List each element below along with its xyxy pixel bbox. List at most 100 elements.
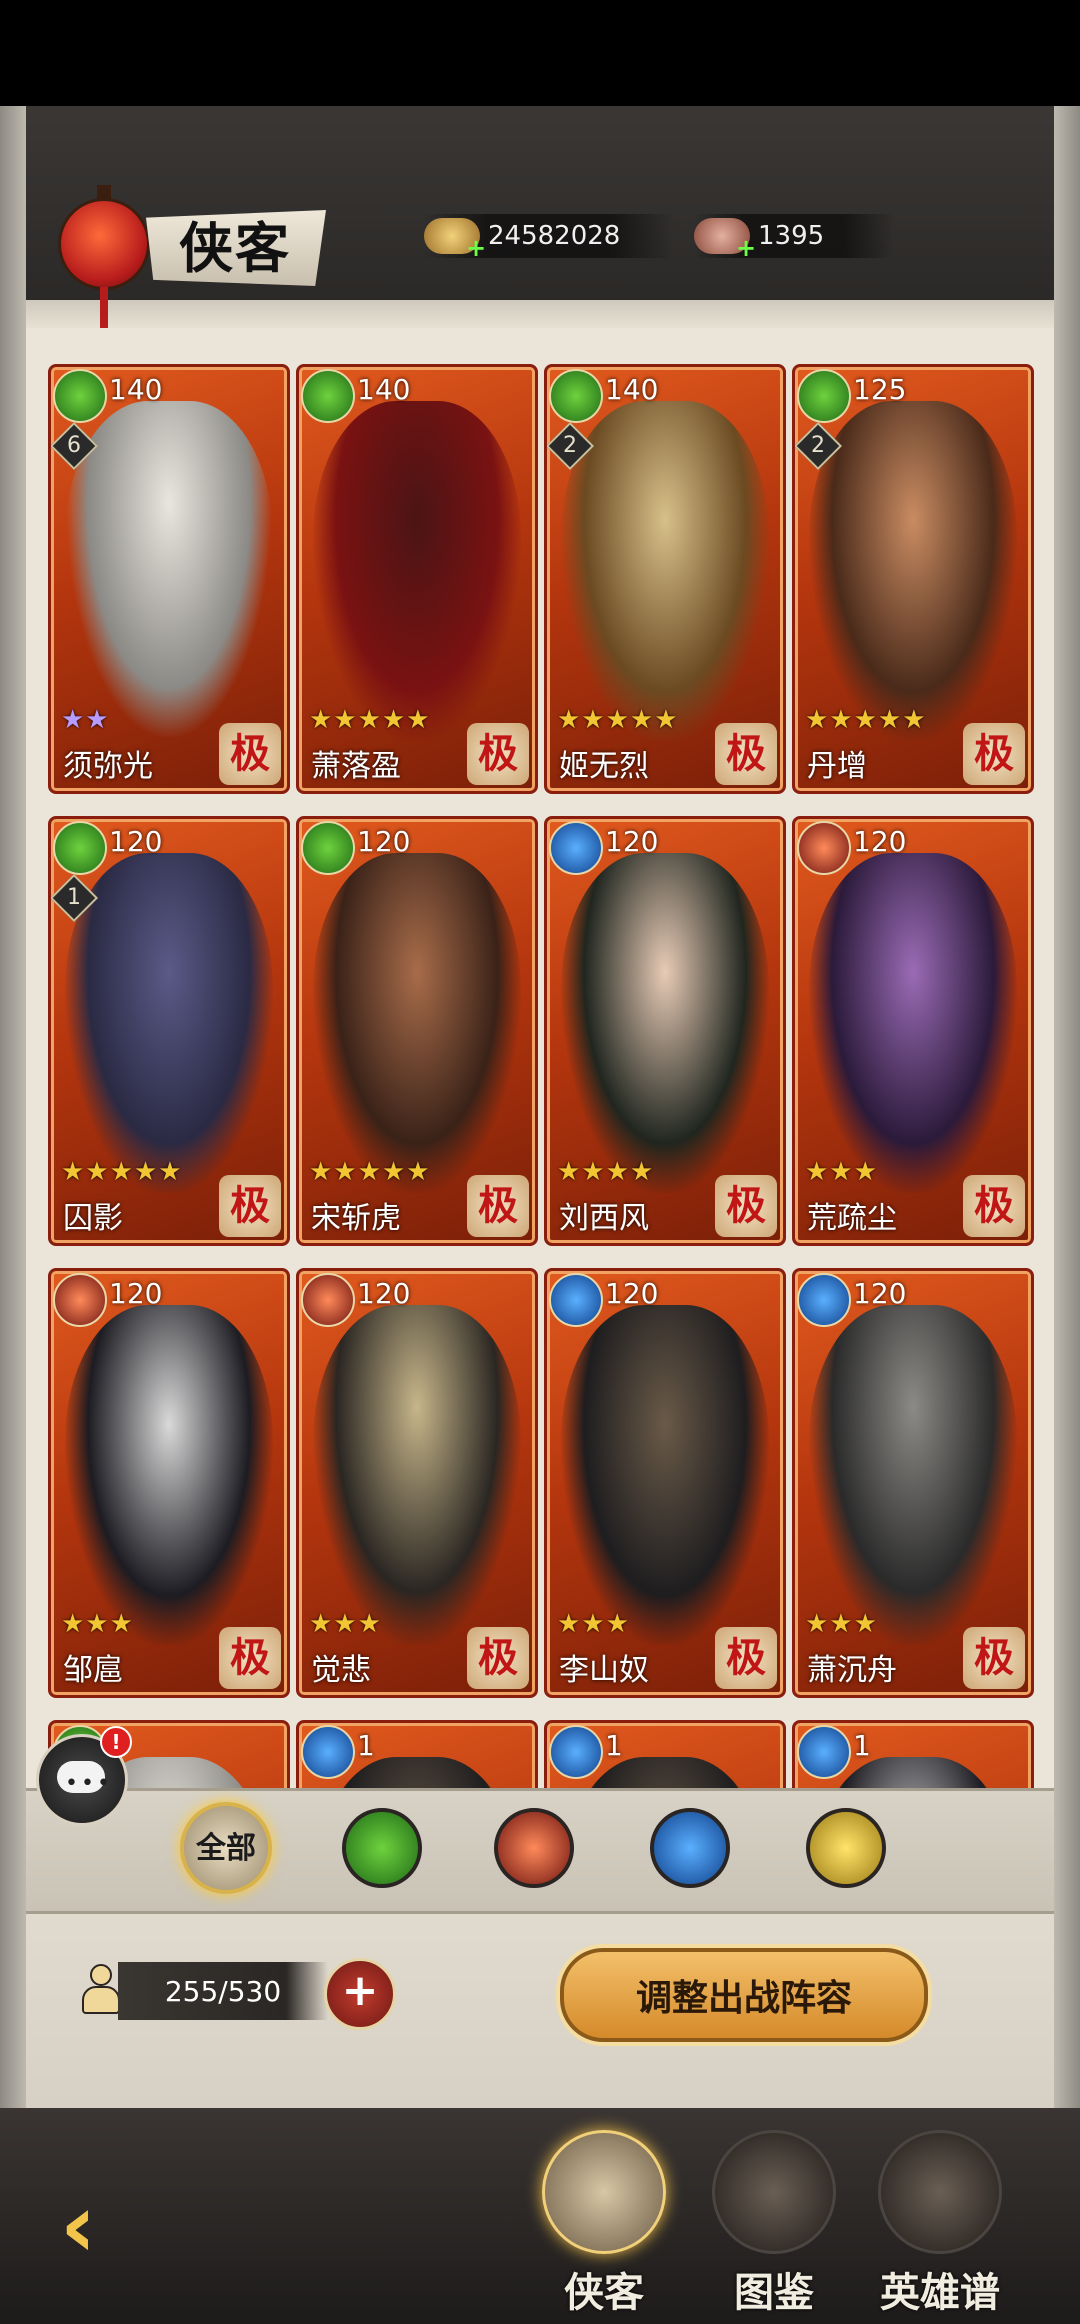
hero-name: 邹扈	[63, 1653, 123, 1688]
hero-portrait	[809, 401, 1017, 741]
hero-level: 120	[853, 825, 907, 858]
grade-badge: 极	[219, 723, 281, 785]
adjust-lineup-button[interactable]: 调整出战阵容	[560, 1948, 928, 2042]
tab-label: 侠客	[564, 2269, 644, 2316]
hero-card[interactable]: 120 ★★★ 邹扈 极	[48, 1268, 290, 1698]
hero-card[interactable]: 1	[792, 1720, 1034, 1788]
hero-level: 1	[853, 1729, 871, 1762]
hero-card[interactable]: 140 2 ★★★★★ 姬无烈 极	[544, 364, 786, 794]
hero-name: 囚影	[63, 1201, 123, 1236]
hero-tab-icon	[542, 2130, 666, 2254]
hero-card[interactable]: 120 ★★★ 荒疏尘 极	[792, 816, 1034, 1246]
hero-stars: ★★★★★	[805, 705, 927, 735]
frame-edge-left	[0, 106, 26, 2324]
hero-card[interactable]: 140 ★★★★★ 萧落盈 极	[296, 364, 538, 794]
hero-stars: ★★★★★	[61, 1157, 183, 1187]
status-bar	[0, 0, 1080, 106]
blue-element-icon[interactable]	[650, 1808, 730, 1888]
header-band	[26, 300, 1054, 328]
hero-card[interactable]: 1	[296, 1720, 538, 1788]
book-tab-icon	[878, 2130, 1002, 2254]
grade-badge: 极	[715, 1175, 777, 1237]
grade-badge: 极	[467, 1627, 529, 1689]
tab-label: 英雄谱	[880, 2269, 1000, 2316]
tea-cake-icon: +	[694, 218, 756, 260]
grade-badge: 极	[715, 723, 777, 785]
green-element-icon[interactable]	[342, 1808, 422, 1888]
hero-card[interactable]: 1	[544, 1720, 786, 1788]
green-element-icon	[301, 821, 355, 875]
hero-card[interactable]: 120 ★★★ 李山奴 极	[544, 1268, 786, 1698]
currency-gold[interactable]: + 24582028	[424, 214, 674, 260]
hero-level: 120	[605, 1277, 659, 1310]
notification-badge: !	[100, 1726, 132, 1758]
filter-all-label: 全部	[196, 1831, 256, 1866]
hero-stars: ★★★	[805, 1609, 878, 1639]
roster-count: 255/530	[118, 1962, 328, 2020]
hero-portrait	[561, 853, 769, 1193]
hero-card[interactable]: 120 ★★★ 萧沉舟 极	[792, 1268, 1034, 1698]
hero-level: 120	[357, 825, 411, 858]
hero-portrait	[65, 401, 273, 741]
blue-element-icon	[797, 1725, 851, 1779]
gold-dragon-element-icon[interactable]	[806, 1808, 886, 1888]
hero-portrait	[65, 1305, 273, 1645]
currency-tea[interactable]: + 1395	[694, 214, 894, 260]
hero-level: 120	[109, 1277, 163, 1310]
hero-card[interactable]: 125 2 ★★★★★ 丹增 极	[792, 364, 1034, 794]
hero-card[interactable]: 120 1 ★★★★★ 囚影 极	[48, 816, 290, 1246]
hero-stars: ★★	[61, 705, 110, 735]
hero-grid[interactable]: 140 6 ★★ 须弥光 极 140 ★★★★★ 萧落盈 极 140 2 ★★★…	[26, 328, 1054, 1788]
green-element-icon	[53, 369, 107, 423]
hero-level: 140	[605, 373, 659, 406]
hero-portrait	[65, 853, 273, 1193]
green-element-icon	[797, 369, 851, 423]
tab-label: 图鉴	[734, 2269, 814, 2316]
grade-badge: 极	[467, 723, 529, 785]
grade-badge: 极	[963, 1175, 1025, 1237]
gold-value: 24582028	[488, 221, 621, 251]
hero-name: 宋斩虎	[311, 1201, 401, 1236]
blue-element-icon	[549, 1273, 603, 1327]
hero-card[interactable]: 120 ★★★★★ 宋斩虎 极	[296, 816, 538, 1246]
hero-card[interactable]: 140 6 ★★ 须弥光 极	[48, 364, 290, 794]
hero-stars: ★★★★★	[309, 1157, 431, 1187]
tab-hero-registry[interactable]: 英雄谱	[870, 2130, 1010, 2320]
hero-portrait	[561, 401, 769, 741]
hero-name: 萧沉舟	[807, 1653, 897, 1688]
tab-codex[interactable]: 图鉴	[704, 2130, 844, 2320]
gold-ingot-icon: +	[424, 218, 486, 260]
green-element-icon	[53, 821, 107, 875]
hero-name: 荒疏尘	[807, 1201, 897, 1236]
hero-name: 刘西风	[559, 1201, 649, 1236]
hero-name: 觉悲	[311, 1653, 371, 1688]
hero-portrait	[313, 853, 521, 1193]
back-arrow-icon[interactable]: ‹	[60, 2182, 200, 2270]
hero-portrait	[809, 1305, 1017, 1645]
grade-badge: 极	[467, 1175, 529, 1237]
tab-heroes[interactable]: 侠客	[534, 2130, 674, 2320]
hero-level: 140	[109, 373, 163, 406]
red-element-icon[interactable]	[494, 1808, 574, 1888]
grade-badge: 极	[219, 1627, 281, 1689]
hero-level: 120	[605, 825, 659, 858]
blue-element-icon	[797, 1273, 851, 1327]
hero-portrait	[313, 401, 521, 741]
hero-portrait	[561, 1305, 769, 1645]
hero-portrait	[313, 1305, 521, 1645]
grade-badge: 极	[963, 723, 1025, 785]
hero-name: 须弥光	[63, 749, 153, 784]
hero-stars: ★★★★★	[309, 705, 431, 735]
green-element-icon	[301, 369, 355, 423]
hero-card[interactable]: 120 ★★★★ 刘西风 极	[544, 816, 786, 1246]
expand-roster-button[interactable]: +	[324, 1958, 396, 2030]
hero-stars: ★★★	[805, 1157, 878, 1187]
hero-level: 140	[357, 373, 411, 406]
hero-level: 125	[853, 373, 907, 406]
filter-all-button[interactable]: 全部	[180, 1802, 272, 1894]
hero-name: 姬无烈	[559, 749, 649, 784]
hero-level: 1	[605, 1729, 623, 1762]
codex-tab-icon	[712, 2130, 836, 2254]
tea-value: 1395	[758, 221, 825, 251]
hero-card[interactable]: 120 ★★★ 觉悲 极	[296, 1268, 538, 1698]
